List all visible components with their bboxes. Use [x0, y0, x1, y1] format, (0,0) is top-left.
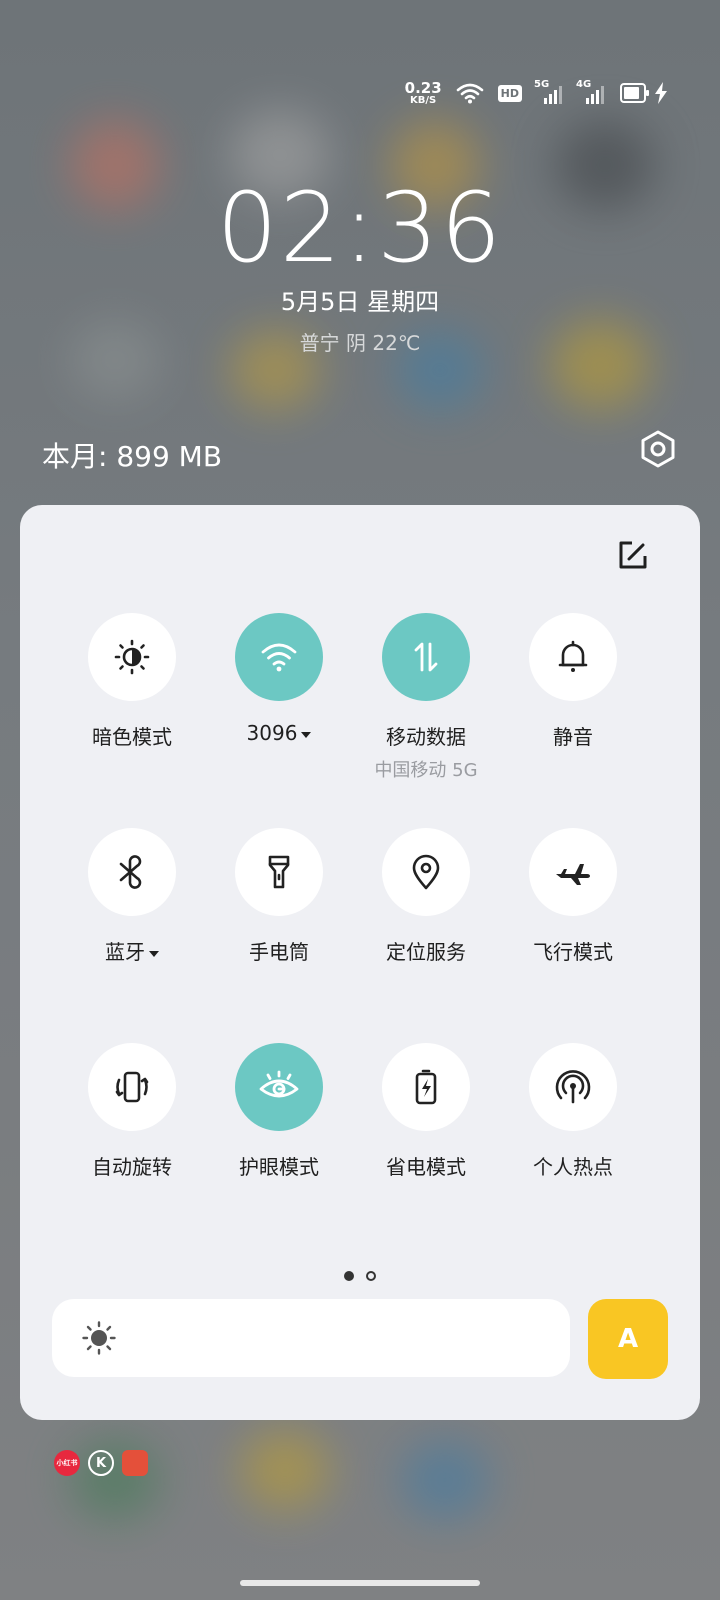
tile-label: 暗色模式: [57, 721, 207, 750]
tile-label: 蓝牙: [57, 936, 207, 965]
page-indicator: [20, 1271, 700, 1281]
charging-bolt-icon: [655, 82, 667, 104]
wifi-status-icon: [456, 83, 483, 104]
quick-tile-airplane[interactable]: 飞行模式: [498, 828, 648, 965]
k-app-icon: K: [88, 1450, 114, 1476]
tile-label: 3096: [204, 721, 354, 745]
hd-voice-icon: HD: [497, 84, 522, 102]
wallpaper-blob: [240, 1430, 330, 1510]
sim2-network-type: 4G: [576, 79, 592, 90]
tile-sublabel: 中国移动 5G: [374, 760, 478, 781]
red-app-icon: [122, 1450, 148, 1476]
quick-tile-bell[interactable]: 静音: [498, 613, 648, 750]
bell-icon: [556, 639, 590, 675]
tile-label: 省电模式: [351, 1151, 501, 1180]
data-usage-label: 本月: 899 MB: [42, 440, 223, 473]
tile-toggle-button[interactable]: [382, 613, 470, 701]
tile-toggle-button[interactable]: [529, 1043, 617, 1131]
flashlight-icon: [264, 853, 294, 891]
tile-label-text: 飞行模式: [533, 940, 613, 964]
tile-label: 移动数据: [351, 721, 501, 750]
tile-label-text: 省电模式: [386, 1155, 466, 1179]
signal-sim2-icon: 4G: [576, 79, 606, 104]
lock-weather: 普宁 阴 22℃: [299, 331, 421, 355]
page-dot: [366, 1271, 376, 1281]
location-pin-icon: [410, 853, 442, 891]
tile-toggle-button[interactable]: [88, 828, 176, 916]
hotspot-icon: [554, 1068, 592, 1106]
airplane-icon: [553, 857, 593, 887]
mobile-data-icon: [410, 640, 442, 674]
signal-sim1-icon: 5G: [534, 79, 564, 104]
tile-label-text: 暗色模式: [92, 725, 172, 749]
sim1-network-type: 5G: [534, 79, 550, 90]
tile-label: 护眼模式: [204, 1151, 354, 1180]
edit-tiles-icon[interactable]: [612, 535, 652, 575]
tile-label: 飞行模式: [498, 936, 648, 965]
wifi-icon: [260, 641, 298, 673]
lock-date: 5月5日 星期四: [280, 288, 440, 316]
auto-rotate-icon: [113, 1068, 151, 1106]
quick-tile-auto-rotate[interactable]: 自动旋转: [57, 1043, 207, 1180]
auto-brightness-button[interactable]: A: [588, 1299, 668, 1379]
eye-icon: [258, 1070, 300, 1104]
quick-tile-battery-saver[interactable]: 省电模式: [351, 1043, 501, 1180]
tile-toggle-button[interactable]: [529, 613, 617, 701]
tile-label-text: 定位服务: [386, 940, 466, 964]
network-speed-value: 0.23: [404, 78, 442, 97]
tile-toggle-button[interactable]: [235, 613, 323, 701]
network-speed-unit: KB/S: [410, 94, 437, 106]
tile-label-text: 护眼模式: [239, 1155, 319, 1179]
quick-tile-location-pin[interactable]: 定位服务: [351, 828, 501, 965]
tile-label-text: 3096: [246, 721, 298, 745]
tile-toggle-button[interactable]: [382, 1043, 470, 1131]
brightness-contrast-icon: [114, 639, 150, 675]
tile-label-text: 静音: [553, 725, 593, 749]
tile-label-text: 手电筒: [249, 940, 309, 964]
lock-clock: 02:36: [216, 172, 504, 284]
quick-tile-wifi[interactable]: 3096: [204, 613, 354, 745]
brightness-slider[interactable]: [52, 1299, 570, 1377]
caret-down-icon[interactable]: [301, 731, 312, 738]
quick-tile-flashlight[interactable]: 手电筒: [204, 828, 354, 965]
tile-label: 个人热点: [498, 1151, 648, 1180]
bluetooth-icon: [115, 854, 149, 890]
caret-down-icon[interactable]: [149, 950, 159, 957]
tile-toggle-button[interactable]: [88, 613, 176, 701]
tile-label: 定位服务: [351, 936, 501, 965]
wallpaper-blob: [400, 1440, 490, 1520]
status-bar: 0.23 KB/S HD 5G 4G: [405, 78, 668, 108]
tile-toggle-button[interactable]: [88, 1043, 176, 1131]
home-gesture-bar[interactable]: [240, 1580, 480, 1586]
network-speed: 0.23 KB/S: [404, 78, 442, 106]
quick-settings-panel: 暗色模式 3096 移动数据中国移动 5G 静音蓝牙 手电筒 定位服务 飞行模式自动旋转 护眼…: [20, 505, 700, 1420]
tile-label-text: 蓝牙: [105, 940, 145, 964]
xiaohongshu-icon: 小红书: [54, 1450, 80, 1476]
quick-tile-eye[interactable]: 护眼模式: [204, 1043, 354, 1180]
tile-toggle-button[interactable]: [235, 1043, 323, 1131]
quick-tile-bluetooth[interactable]: 蓝牙: [57, 828, 207, 965]
tile-label-text: 自动旋转: [92, 1155, 172, 1179]
tile-label-text: 个人热点: [533, 1155, 613, 1179]
battery-saver-icon: [412, 1068, 440, 1106]
settings-gear-icon[interactable]: [637, 428, 679, 470]
tile-label: 静音: [498, 721, 648, 750]
quick-tile-brightness-contrast[interactable]: 暗色模式: [57, 613, 207, 750]
quick-tile-mobile-data[interactable]: 移动数据中国移动 5G: [351, 613, 501, 782]
tile-toggle-button[interactable]: [382, 828, 470, 916]
tile-label: 手电筒: [204, 936, 354, 965]
notification-icons: 小红书 K: [54, 1450, 148, 1476]
tile-label-text: 移动数据: [386, 725, 466, 749]
page-dot-active: [344, 1271, 354, 1281]
tile-toggle-button[interactable]: [529, 828, 617, 916]
battery-icon: [620, 83, 649, 103]
tile-label: 自动旋转: [57, 1151, 207, 1180]
quick-tile-hotspot[interactable]: 个人热点: [498, 1043, 648, 1180]
tile-toggle-button[interactable]: [235, 828, 323, 916]
sun-icon: [82, 1321, 116, 1355]
